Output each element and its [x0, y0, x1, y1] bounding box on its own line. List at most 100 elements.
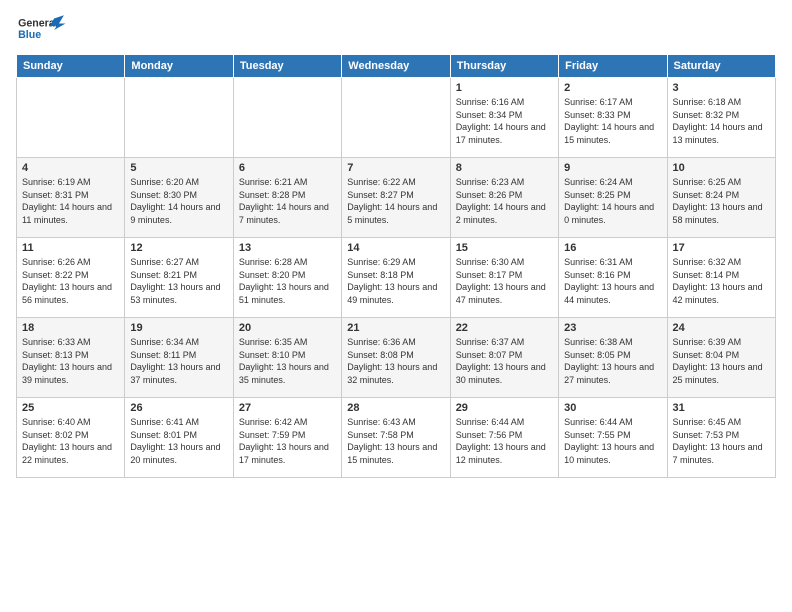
day-info: Sunrise: 6:23 AMSunset: 8:26 PMDaylight:…	[456, 176, 553, 226]
day-cell: 13 Sunrise: 6:28 AMSunset: 8:20 PMDayligh…	[233, 238, 341, 318]
day-cell: 2 Sunrise: 6:17 AMSunset: 8:33 PMDaylight…	[559, 78, 667, 158]
day-info: Sunrise: 6:29 AMSunset: 8:18 PMDaylight:…	[347, 256, 444, 306]
day-number: 16	[564, 242, 661, 254]
day-info: Sunrise: 6:18 AMSunset: 8:32 PMDaylight:…	[673, 96, 770, 146]
day-number: 25	[22, 402, 119, 414]
day-number: 22	[456, 322, 553, 334]
day-number: 9	[564, 162, 661, 174]
day-info: Sunrise: 6:22 AMSunset: 8:27 PMDaylight:…	[347, 176, 444, 226]
day-cell: 22 Sunrise: 6:37 AMSunset: 8:07 PMDayligh…	[450, 318, 558, 398]
day-cell: 21 Sunrise: 6:36 AMSunset: 8:08 PMDayligh…	[342, 318, 450, 398]
svg-text:Blue: Blue	[18, 29, 41, 41]
week-row-4: 18 Sunrise: 6:33 AMSunset: 8:13 PMDayligh…	[17, 318, 776, 398]
day-cell: 14 Sunrise: 6:29 AMSunset: 8:18 PMDayligh…	[342, 238, 450, 318]
day-number: 21	[347, 322, 444, 334]
day-number: 1	[456, 82, 553, 94]
day-number: 20	[239, 322, 336, 334]
day-number: 19	[130, 322, 227, 334]
day-info: Sunrise: 6:36 AMSunset: 8:08 PMDaylight:…	[347, 336, 444, 386]
day-number: 24	[673, 322, 770, 334]
weekday-header-saturday: Saturday	[667, 55, 775, 78]
day-cell: 8 Sunrise: 6:23 AMSunset: 8:26 PMDaylight…	[450, 158, 558, 238]
day-number: 28	[347, 402, 444, 414]
weekday-header-thursday: Thursday	[450, 55, 558, 78]
day-info: Sunrise: 6:25 AMSunset: 8:24 PMDaylight:…	[673, 176, 770, 226]
day-number: 15	[456, 242, 553, 254]
weekday-header-friday: Friday	[559, 55, 667, 78]
day-cell	[17, 78, 125, 158]
day-info: Sunrise: 6:44 AMSunset: 7:55 PMDaylight:…	[564, 416, 661, 466]
day-cell: 26Sunrise: 6:41 AMSunset: 8:01 PMDayligh…	[125, 398, 233, 478]
calendar-header: SundayMondayTuesdayWednesdayThursdayFrid…	[17, 55, 776, 78]
day-number: 10	[673, 162, 770, 174]
day-number: 11	[22, 242, 119, 254]
day-info: Sunrise: 6:30 AMSunset: 8:17 PMDaylight:…	[456, 256, 553, 306]
day-cell: 31 Sunrise: 6:45 AMSunset: 7:53 PMDayligh…	[667, 398, 775, 478]
day-info: Sunrise: 6:31 AMSunset: 8:16 PMDaylight:…	[564, 256, 661, 306]
day-cell: 18 Sunrise: 6:33 AMSunset: 8:13 PMDayligh…	[17, 318, 125, 398]
day-info: Sunrise: 6:34 AMSunset: 8:11 PMDaylight:…	[130, 336, 227, 386]
day-info: Sunrise: 6:43 AMSunset: 7:58 PMDaylight:…	[347, 416, 444, 466]
day-info: Sunrise: 6:40 AMSunset: 8:02 PMDaylight:…	[22, 416, 119, 466]
day-cell: 5Sunrise: 6:20 AMSunset: 8:30 PMDaylight…	[125, 158, 233, 238]
day-info: Sunrise: 6:19 AMSunset: 8:31 PMDaylight:…	[22, 176, 119, 226]
day-info: Sunrise: 6:38 AMSunset: 8:05 PMDaylight:…	[564, 336, 661, 386]
week-row-3: 11 Sunrise: 6:26 AMSunset: 8:22 PMDayligh…	[17, 238, 776, 318]
day-cell: 27Sunrise: 6:42 AMSunset: 7:59 PMDayligh…	[233, 398, 341, 478]
week-row-1: 1Sunrise: 6:16 AMSunset: 8:34 PMDaylight…	[17, 78, 776, 158]
day-cell: 20 Sunrise: 6:35 AMSunset: 8:10 PMDayligh…	[233, 318, 341, 398]
day-info: Sunrise: 6:44 AMSunset: 7:56 PMDaylight:…	[456, 416, 553, 466]
day-info: Sunrise: 6:41 AMSunset: 8:01 PMDaylight:…	[130, 416, 227, 466]
logo-icon: General Blue	[16, 12, 66, 48]
weekday-header-monday: Monday	[125, 55, 233, 78]
day-cell: 28 Sunrise: 6:43 AMSunset: 7:58 PMDayligh…	[342, 398, 450, 478]
day-cell: 17 Sunrise: 6:32 AMSunset: 8:14 PMDayligh…	[667, 238, 775, 318]
day-cell: 24Sunrise: 6:39 AMSunset: 8:04 PMDayligh…	[667, 318, 775, 398]
calendar-body: 1Sunrise: 6:16 AMSunset: 8:34 PMDaylight…	[17, 78, 776, 478]
day-cell: 10 Sunrise: 6:25 AMSunset: 8:24 PMDayligh…	[667, 158, 775, 238]
day-cell: 15 Sunrise: 6:30 AMSunset: 8:17 PMDayligh…	[450, 238, 558, 318]
day-info: Sunrise: 6:26 AMSunset: 8:22 PMDaylight:…	[22, 256, 119, 306]
day-cell: 23Sunrise: 6:38 AMSunset: 8:05 PMDayligh…	[559, 318, 667, 398]
day-cell: 19 Sunrise: 6:34 AMSunset: 8:11 PMDayligh…	[125, 318, 233, 398]
day-cell: 6Sunrise: 6:21 AMSunset: 8:28 PMDaylight…	[233, 158, 341, 238]
weekday-row: SundayMondayTuesdayWednesdayThursdayFrid…	[17, 55, 776, 78]
day-number: 18	[22, 322, 119, 334]
day-number: 8	[456, 162, 553, 174]
calendar-page: General Blue SundayMondayTuesdayWednesda…	[0, 0, 792, 612]
day-cell: 4 Sunrise: 6:19 AMSunset: 8:31 PMDaylight…	[17, 158, 125, 238]
day-number: 4	[22, 162, 119, 174]
day-number: 13	[239, 242, 336, 254]
day-cell: 1Sunrise: 6:16 AMSunset: 8:34 PMDaylight…	[450, 78, 558, 158]
day-info: Sunrise: 6:37 AMSunset: 8:07 PMDaylight:…	[456, 336, 553, 386]
day-number: 5	[130, 162, 227, 174]
day-info: Sunrise: 6:17 AMSunset: 8:33 PMDaylight:…	[564, 96, 661, 146]
day-info: Sunrise: 6:35 AMSunset: 8:10 PMDaylight:…	[239, 336, 336, 386]
day-cell: 25 Sunrise: 6:40 AMSunset: 8:02 PMDayligh…	[17, 398, 125, 478]
day-number: 2	[564, 82, 661, 94]
day-number: 14	[347, 242, 444, 254]
logo: General Blue	[16, 12, 66, 48]
day-cell: 3 Sunrise: 6:18 AMSunset: 8:32 PMDaylight…	[667, 78, 775, 158]
week-row-2: 4 Sunrise: 6:19 AMSunset: 8:31 PMDaylight…	[17, 158, 776, 238]
day-info: Sunrise: 6:45 AMSunset: 7:53 PMDaylight:…	[673, 416, 770, 466]
weekday-header-tuesday: Tuesday	[233, 55, 341, 78]
day-info: Sunrise: 6:33 AMSunset: 8:13 PMDaylight:…	[22, 336, 119, 386]
day-info: Sunrise: 6:21 AMSunset: 8:28 PMDaylight:…	[239, 176, 336, 226]
day-number: 27	[239, 402, 336, 414]
day-number: 7	[347, 162, 444, 174]
day-cell	[342, 78, 450, 158]
day-number: 31	[673, 402, 770, 414]
day-cell: 30 Sunrise: 6:44 AMSunset: 7:55 PMDayligh…	[559, 398, 667, 478]
day-cell: 9Sunrise: 6:24 AMSunset: 8:25 PMDaylight…	[559, 158, 667, 238]
day-number: 3	[673, 82, 770, 94]
day-info: Sunrise: 6:28 AMSunset: 8:20 PMDaylight:…	[239, 256, 336, 306]
day-cell: 11 Sunrise: 6:26 AMSunset: 8:22 PMDayligh…	[17, 238, 125, 318]
day-info: Sunrise: 6:32 AMSunset: 8:14 PMDaylight:…	[673, 256, 770, 306]
day-number: 30	[564, 402, 661, 414]
day-number: 12	[130, 242, 227, 254]
day-cell	[125, 78, 233, 158]
day-number: 17	[673, 242, 770, 254]
day-cell: 12Sunrise: 6:27 AMSunset: 8:21 PMDayligh…	[125, 238, 233, 318]
weekday-header-sunday: Sunday	[17, 55, 125, 78]
